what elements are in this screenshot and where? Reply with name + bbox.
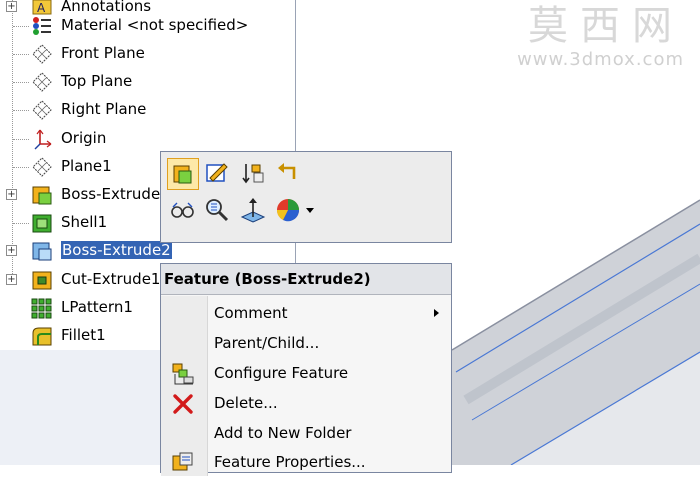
tree-item-label: Boss-Extrude1 <box>61 185 170 203</box>
boss-extrude-icon <box>32 186 52 205</box>
hide-show-button[interactable] <box>167 195 199 227</box>
plane-icon <box>32 100 52 120</box>
expand-toggle-icon[interactable]: + <box>6 1 17 12</box>
tree-item-material[interactable]: Material <not specified> <box>0 12 295 40</box>
expand-toggle-icon[interactable]: + <box>6 245 17 256</box>
appearance-icon <box>276 199 314 222</box>
tree-item-right-plane[interactable]: Right Plane <box>0 96 295 124</box>
menu-item-feature-properties[interactable]: Feature Properties... <box>161 447 451 477</box>
configure-feature-icon <box>172 363 194 385</box>
plane-icon <box>32 72 52 92</box>
tree-item-label: Fillet1 <box>61 326 106 344</box>
tree-item-origin[interactable]: Origin <box>0 125 295 153</box>
context-toolbar <box>160 151 452 243</box>
tree-item-label: Plane1 <box>61 157 112 175</box>
submenu-arrow-icon <box>434 309 439 317</box>
menu-item-label: Comment <box>214 304 288 322</box>
tree-item-label: Origin <box>61 129 107 147</box>
edit-feature-button[interactable] <box>167 158 199 190</box>
watermark-text: 莫西网 <box>528 3 684 49</box>
menu-item-add-to-new-folder[interactable]: Add to New Folder <box>161 418 451 448</box>
material-icon <box>33 17 51 35</box>
plane-icon <box>32 157 52 177</box>
feature-properties-icon <box>172 452 193 471</box>
watermark: 莫西网 www.3dmox.com <box>517 3 684 70</box>
menu-item-label: Add to New Folder <box>214 424 352 442</box>
hide-show-icon <box>171 202 194 218</box>
menu-item-delete[interactable]: Delete... <box>161 388 451 418</box>
tree-item-top-plane[interactable]: Top Plane <box>0 68 295 96</box>
tree-item-front-plane[interactable]: Front Plane <box>0 40 295 68</box>
plane-icon <box>32 44 52 64</box>
delete-icon <box>173 394 193 414</box>
rollback-button[interactable] <box>238 158 270 190</box>
shell-icon <box>32 214 52 233</box>
zoom-to-selection-button[interactable] <box>202 195 234 227</box>
undo-icon <box>278 163 296 179</box>
tree-item-label: Right Plane <box>61 100 147 118</box>
zoom-to-selection-icon <box>206 199 229 222</box>
menu-item-label: Delete... <box>214 394 278 412</box>
menu-item-label: Parent/Child... <box>214 334 320 352</box>
linear-pattern-icon <box>31 298 52 319</box>
expand-toggle-icon[interactable]: + <box>6 274 17 285</box>
tree-item-label: Material <not specified> <box>61 16 249 34</box>
normal-to-icon <box>240 198 266 223</box>
tree-item-label: Top Plane <box>61 72 133 90</box>
expand-toggle-icon[interactable]: + <box>6 189 17 200</box>
menu-title: Feature (Boss-Extrude2) <box>161 264 451 295</box>
fillet-icon <box>32 327 52 346</box>
tree-item-label: Cut-Extrude1 <box>61 270 161 288</box>
edit-sketch-button[interactable] <box>202 158 234 190</box>
menu-item-label: Feature Properties... <box>214 453 366 471</box>
edit-sketch-icon <box>206 163 228 182</box>
appearance-button[interactable] <box>274 195 318 227</box>
tree-item-label: Front Plane <box>61 44 145 62</box>
menu-item-comment[interactable]: Comment <box>161 298 451 328</box>
tree-item-label: LPattern1 <box>61 298 133 316</box>
menu-item-parent-child[interactable]: Parent/Child... <box>161 328 451 358</box>
tree-item-label-selected: Boss-Extrude2 <box>61 241 172 259</box>
rollback-icon <box>242 164 264 184</box>
menu-item-configure-feature[interactable]: Configure Feature <box>161 358 451 388</box>
origin-icon <box>34 129 52 150</box>
cut-extrude-icon <box>32 271 52 290</box>
boss-extrude-icon <box>32 242 52 261</box>
edit-feature-icon <box>173 165 192 184</box>
watermark-url: www.3dmox.com <box>517 49 684 70</box>
tree-item-label: Shell1 <box>61 213 108 231</box>
context-menu: Feature (Boss-Extrude2) Comment Parent/C… <box>160 263 452 476</box>
undo-button[interactable] <box>274 158 306 190</box>
menu-item-label: Configure Feature <box>214 364 349 382</box>
normal-to-button[interactable] <box>238 195 270 227</box>
